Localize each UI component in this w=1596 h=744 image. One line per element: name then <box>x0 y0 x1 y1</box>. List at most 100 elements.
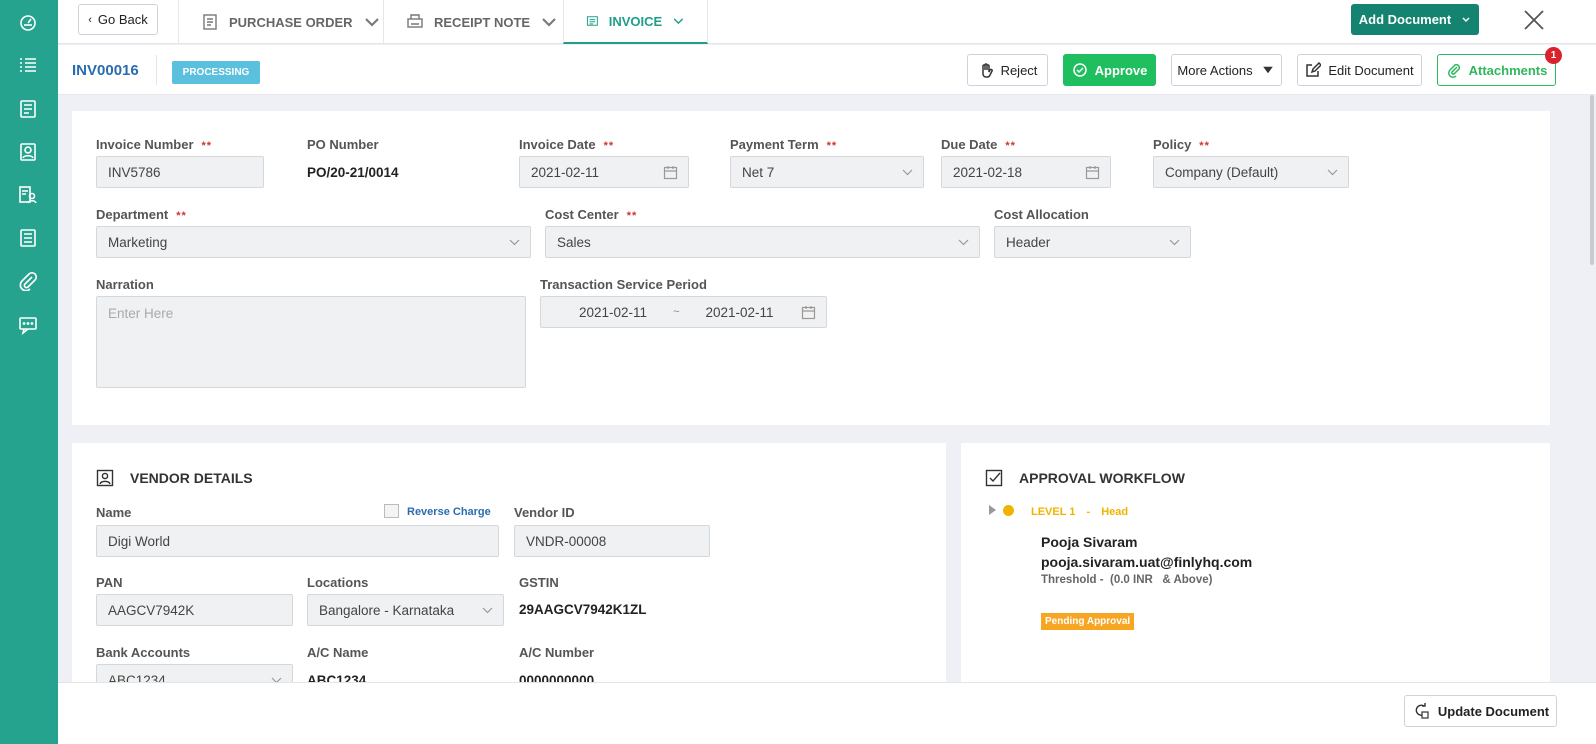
cost-allocation-select[interactable]: Header <box>994 226 1191 258</box>
tab-receipt-note[interactable]: RECEIPT NOTE <box>383 0 580 44</box>
cost-center-label: Cost Center ** <box>545 207 638 222</box>
chevron-down-icon <box>509 239 520 246</box>
invoice-number-field[interactable]: INV5786 <box>96 156 264 188</box>
status-badge: PROCESSING <box>172 61 260 84</box>
update-document-label: Update Document <box>1437 703 1550 719</box>
document-icon[interactable] <box>16 97 40 121</box>
invoice-number-label: Invoice Number ** <box>96 137 213 152</box>
vendor-icon <box>96 469 114 487</box>
hand-stop-icon <box>981 63 993 78</box>
policy-select[interactable]: Company (Default) <box>1153 156 1349 188</box>
attachment-icon[interactable] <box>16 269 40 293</box>
reject-button[interactable]: Reject <box>967 54 1048 86</box>
chevron-down-icon <box>1169 239 1180 246</box>
tab-purchase-order[interactable]: PURCHASE ORDER <box>178 0 403 44</box>
document-id: INV00016 <box>72 62 139 79</box>
expand-caret-icon[interactable] <box>989 505 996 515</box>
payment-term-select[interactable]: Net 7 <box>730 156 924 188</box>
pan-field[interactable]: AAGCV7942K <box>96 594 293 626</box>
approval-level: LEVEL 1 - Head <box>1031 506 1129 518</box>
approval-threshold: Threshold - (0.0 INR & Above) <box>1041 574 1213 586</box>
cost-allocation-label: Cost Allocation <box>994 207 1089 222</box>
bank-accounts-label: Bank Accounts <box>96 645 191 660</box>
update-document-icon <box>1415 703 1429 719</box>
invoice-date-label: Invoice Date ** <box>519 137 615 152</box>
more-actions-button[interactable]: More Actions <box>1171 54 1282 86</box>
vendor-name-field[interactable]: Digi World <box>96 525 499 557</box>
approval-workflow-card: APPROVAL WORKFLOW LEVEL 1 - Head Pooja S… <box>961 443 1550 683</box>
receipt-note-icon <box>407 14 423 28</box>
attachments-count-badge: 1 <box>1545 47 1562 64</box>
chevron-down-icon <box>482 607 493 614</box>
list-icon[interactable] <box>16 53 40 77</box>
reject-label: Reject <box>1000 62 1038 78</box>
section-title-text: VENDOR DETAILS <box>130 470 253 486</box>
purchase-order-icon <box>203 14 217 30</box>
chevron-down-icon <box>1327 169 1338 176</box>
edit-document-button[interactable]: Edit Document <box>1297 54 1422 86</box>
contact-icon[interactable] <box>16 140 40 164</box>
due-date-value: 2021-02-18 <box>953 164 1023 180</box>
service-period-from: 2021-02-11 <box>579 304 648 320</box>
department-value: Marketing <box>108 234 168 250</box>
invoice-date-picker[interactable]: 2021-02-11 <box>519 156 689 188</box>
cost-center-value: Sales <box>557 234 591 250</box>
po-number-label: PO Number <box>307 137 379 152</box>
reverse-charge-label: Reverse Charge <box>407 506 491 518</box>
reverse-charge-checkbox[interactable] <box>384 504 399 518</box>
approval-workflow-title: APPROVAL WORKFLOW <box>985 469 1185 487</box>
page-scrollbar[interactable] <box>1588 95 1596 275</box>
cost-center-select[interactable]: Sales <box>545 226 980 258</box>
policy-label: Policy ** <box>1153 137 1210 152</box>
approve-button[interactable]: Approve <box>1063 54 1156 86</box>
department-label: Department ** <box>96 207 187 222</box>
edit-icon <box>1306 62 1322 77</box>
report-icon[interactable] <box>16 226 40 250</box>
caret-down-icon <box>1262 66 1273 74</box>
go-back-button[interactable]: ‹ Go Back <box>78 4 158 35</box>
vendor-name-label: Name <box>96 505 132 520</box>
payment-term-value: Net 7 <box>742 164 775 180</box>
service-period-range-picker[interactable]: 2021-02-11 ~ 2021-02-11 <box>540 296 827 328</box>
chevron-down-icon <box>1462 16 1470 22</box>
vendor-id-field[interactable]: VNDR-00008 <box>514 525 710 557</box>
gstin-value: 29AAGCV7942K1ZL <box>519 602 647 617</box>
due-date-picker[interactable]: 2021-02-18 <box>941 156 1111 188</box>
narration-label: Narration <box>96 277 154 292</box>
close-icon[interactable] <box>1520 6 1548 34</box>
top-navigation: ‹ Go Back PURCHASE ORDER RECEIPT NOTE IN… <box>58 0 1596 44</box>
narration-textarea[interactable]: Enter Here <box>96 296 526 388</box>
approve-label: Approve <box>1094 62 1148 78</box>
approver-name: Pooja Sivaram <box>1041 534 1138 550</box>
people-report-icon[interactable] <box>16 183 40 207</box>
locations-select[interactable]: Bangalore - Karnataka <box>307 594 504 626</box>
due-date-label: Due Date ** <box>941 137 1016 152</box>
chevron-left-icon: ‹ <box>88 13 92 26</box>
edit-document-label: Edit Document <box>1328 62 1414 78</box>
invoice-date-value: 2021-02-11 <box>531 164 600 180</box>
tab-label: INVOICE <box>608 13 663 29</box>
dashboard-icon[interactable] <box>16 10 40 34</box>
department-select[interactable]: Marketing <box>96 226 531 258</box>
attachments-label: Attachments <box>1468 62 1548 78</box>
checkbox-checked-icon <box>985 469 1003 487</box>
calendar-icon <box>663 166 678 180</box>
locations-value: Bangalore - Karnataka <box>319 602 455 618</box>
chat-icon[interactable] <box>16 313 40 337</box>
ac-number-label: A/C Number <box>519 645 595 660</box>
bank-accounts-select[interactable]: ABC1234 <box>96 664 293 683</box>
update-document-button[interactable]: Update Document <box>1404 695 1557 727</box>
add-document-button[interactable]: Add Document <box>1351 4 1479 35</box>
range-separator: ~ <box>673 306 680 318</box>
attachments-button[interactable]: Attachments 1 <box>1437 47 1562 86</box>
tab-invoice[interactable]: INVOICE <box>563 0 708 44</box>
tab-label: RECEIPT NOTE <box>434 14 531 30</box>
locations-label: Locations <box>307 575 369 590</box>
check-circle-icon <box>1072 63 1087 77</box>
go-back-label: Go Back <box>97 12 148 27</box>
vendor-details-card: VENDOR DETAILS Name Reverse Charge Digi … <box>72 443 946 683</box>
section-title-text: APPROVAL WORKFLOW <box>1019 470 1185 486</box>
tab-label: PURCHASE ORDER <box>229 14 353 30</box>
policy-value: Company (Default) <box>1165 164 1279 180</box>
sidebar <box>0 0 58 744</box>
